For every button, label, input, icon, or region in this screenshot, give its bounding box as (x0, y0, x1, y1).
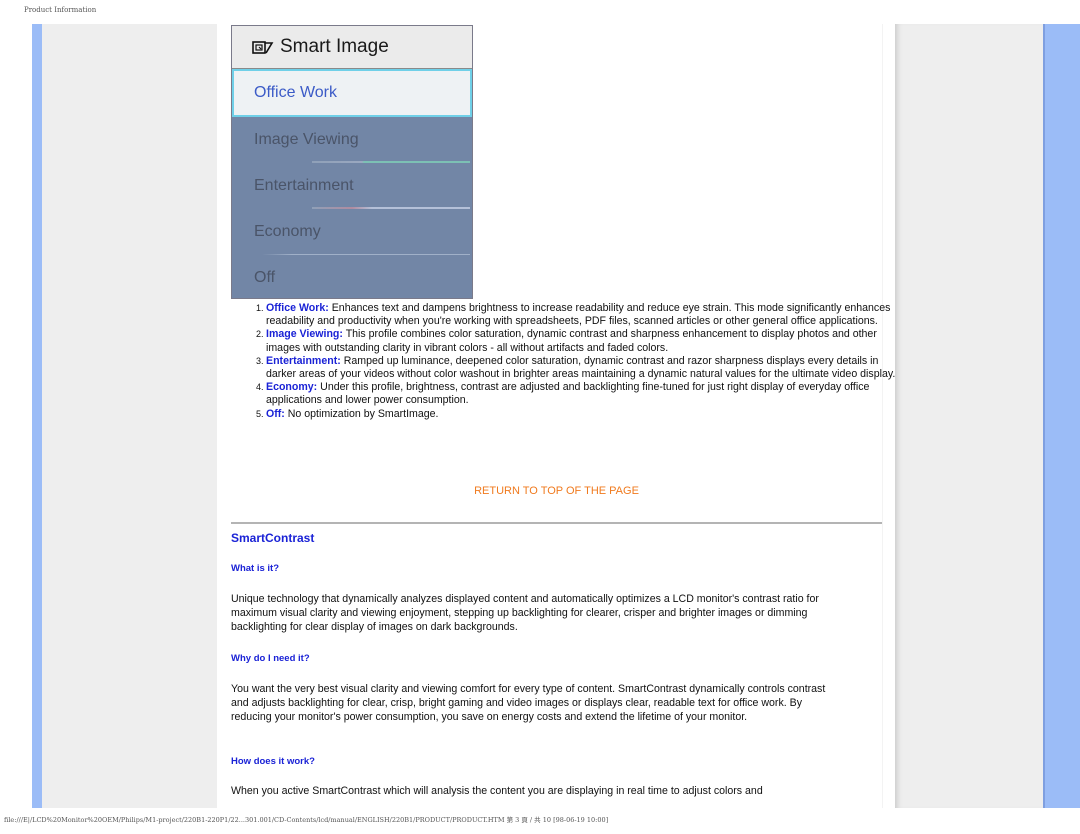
mode-description: This profile combines color saturation, … (266, 328, 877, 354)
print-header: Product Information (24, 6, 97, 14)
mode-name: Entertainment: (266, 354, 341, 367)
paragraph-how-does-it-work: When you active SmartContrast which will… (231, 785, 763, 797)
mode-description: Under this profile, brightness, contrast… (266, 381, 870, 407)
list-item: Office Work: Enhances text and dampens b… (266, 302, 906, 328)
print-footer: file:///E|/LCD%20Monitor%20OEM/Philips/M… (4, 816, 609, 824)
mode-name: Off: (266, 407, 285, 420)
left-sidebar-panel (42, 24, 217, 808)
osd-item-label: Entertainment (254, 177, 354, 194)
mode-description: Ramped up luminance, deepened color satu… (266, 354, 896, 381)
subheading-why-need-it: Why do I need it? (231, 653, 310, 664)
return-to-top-link[interactable]: RETURN TO TOP OF THE PAGE (231, 485, 882, 497)
list-item: Economy: Under this profile, brightness,… (266, 381, 906, 407)
mode-name: Office Work: (266, 302, 329, 314)
list-item: Image Viewing: This profile combines col… (266, 328, 906, 354)
mode-name: Economy: (266, 381, 318, 394)
right-sidebar-panel (895, 24, 1043, 808)
osd-item-image-viewing[interactable]: Image Viewing (232, 117, 472, 163)
mode-description: Enhances text and dampens brightness to … (266, 302, 891, 328)
osd-title: Smart Image (280, 36, 389, 57)
osd-item-off[interactable]: Off (232, 255, 472, 301)
left-accent-stripe (32, 24, 42, 808)
osd-item-label: Image Viewing (254, 131, 359, 148)
mode-description: No optimization by SmartImage. (284, 407, 439, 420)
smart-image-osd-menu: Smart Image Office Work Image Viewing En… (231, 25, 473, 299)
section-divider (231, 522, 882, 524)
osd-item-label: Economy (254, 223, 321, 240)
mode-name: Image Viewing: (266, 328, 343, 341)
osd-item-label: Off (254, 269, 276, 286)
paragraph-why-need-it: You want the very best visual clarity an… (231, 683, 826, 723)
subheading-what-is-it: What is it? (231, 563, 280, 574)
list-item: Off: No optimization by SmartImage. (266, 408, 906, 421)
osd-item-office-work[interactable]: Office Work (232, 69, 472, 117)
section-title-smartcontrast: SmartContrast (231, 531, 315, 545)
osd-item-entertainment[interactable]: Entertainment (232, 163, 472, 209)
list-item: Entertainment: Ramped up luminance, deep… (266, 355, 906, 381)
osd-item-label: Office Work (254, 84, 337, 101)
smart-image-modes-list: Office Work: Enhances text and dampens b… (246, 302, 906, 421)
osd-item-economy[interactable]: Economy (232, 209, 472, 255)
right-accent-stripe (1043, 24, 1080, 808)
subheading-how-does-it-work: How does it work? (231, 756, 315, 767)
paragraph-what-is-it: Unique technology that dynamically analy… (231, 593, 819, 633)
smart-image-icon (252, 41, 274, 54)
osd-title-bar: Smart Image (232, 26, 472, 69)
